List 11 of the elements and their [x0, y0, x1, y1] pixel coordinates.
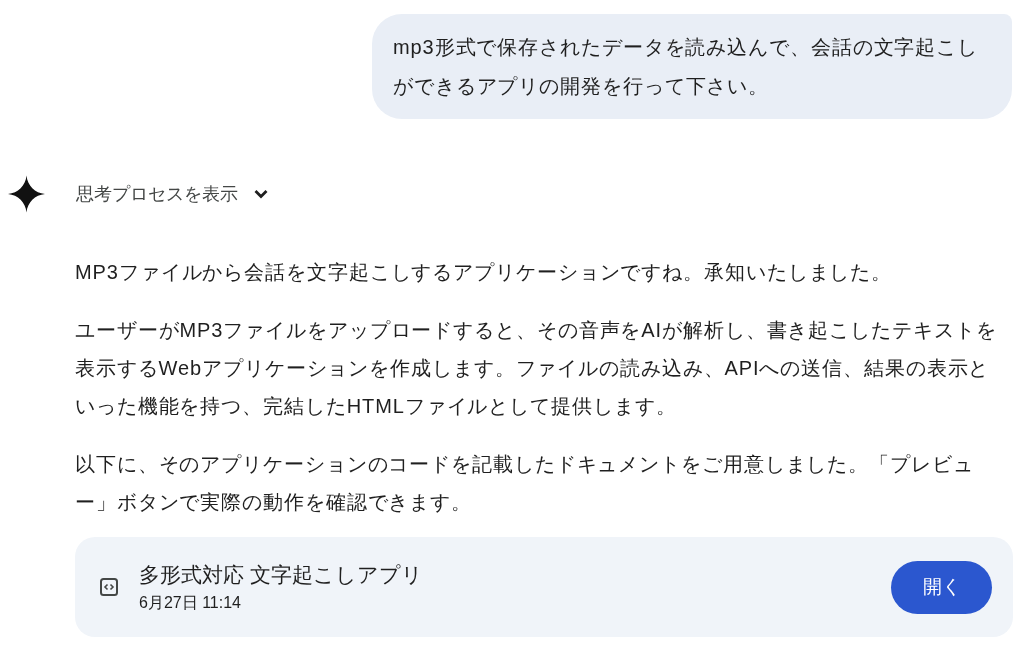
document-title: 多形式対応 文字起こしアプリ: [139, 561, 424, 588]
response-paragraph: ユーザーがMP3ファイルをアップロードすると、その音声をAIが解析し、書き起こしたテキストを表示するWebアプリケーションを作成します。ファイルの読み込み、APIへの送信、結果の表示といった機能を持つ、完結したHTMLファイルとして提供します。: [75, 318, 998, 419]
user-message-text: mp3形式で保存されたデータを読み込んで、会話の文字起こしができるアプリの開発を行って下さい。: [393, 35, 979, 99]
response-paragraph: 以下に、そのアプリケーションのコードを記載したドキュメントをご用意しました。「プレビュー」ボタンで実際の動作を確認できます。: [75, 452, 975, 515]
code-document-icon: [100, 578, 118, 596]
document-date: 6月27日 11:14: [139, 592, 242, 613]
response-paragraph: MP3ファイルから会話を文字起こしするアプリケーションですね。承知いたしました。: [75, 260, 894, 285]
show-thinking-toggle[interactable]: 思考プロセスを表示: [76, 180, 268, 208]
sparkle-icon: [8, 175, 45, 213]
open-button[interactable]: 開く: [891, 560, 992, 614]
document-card[interactable]: 多形式対応 文字起こしアプリ 6月27日 11:14 開く: [75, 537, 1013, 637]
